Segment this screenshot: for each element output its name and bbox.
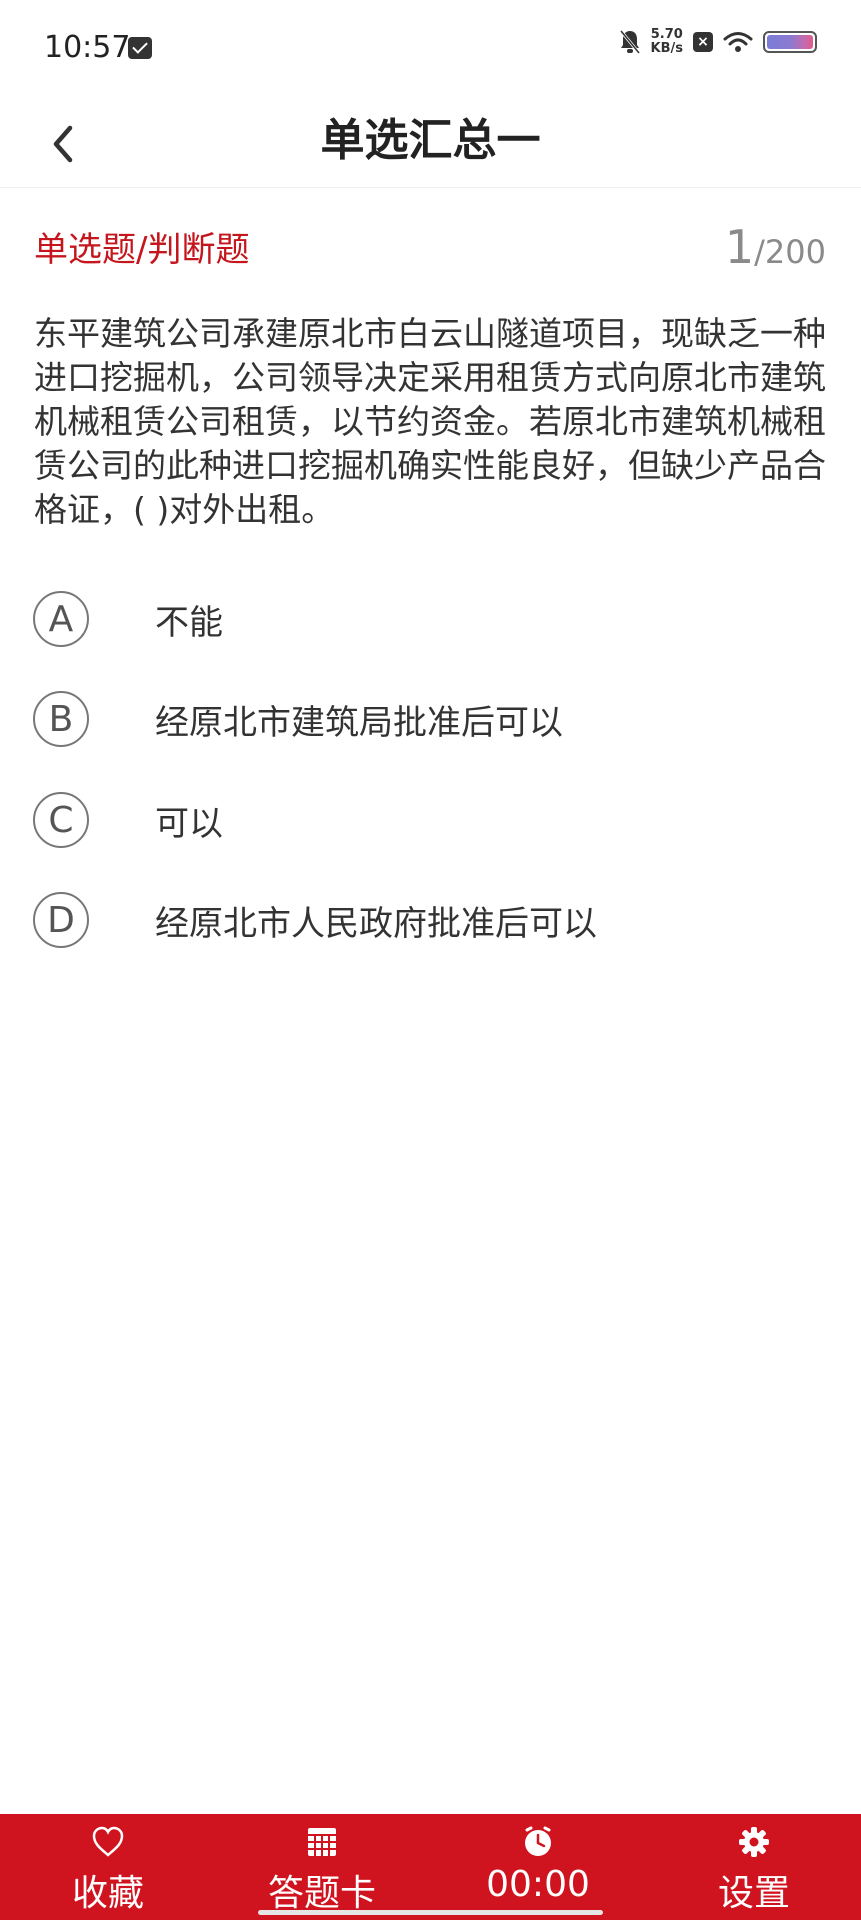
network-speed: 5.70 KB/s: [651, 28, 683, 56]
battery-fill: [767, 35, 813, 49]
settings-label: 设置: [717, 1873, 790, 1914]
option-b-letter: B: [33, 691, 89, 747]
answer-card-label: 答题卡: [267, 1873, 376, 1914]
gear-icon: [737, 1826, 771, 1858]
option-c[interactable]: C 可以: [33, 791, 223, 849]
timer-label: 00:00: [486, 1864, 590, 1905]
screen: 10:57 5.70 KB/s × 单选汇总一 单选题/判断题 1/200 东平…: [0, 0, 861, 1920]
option-c-text: 可以: [155, 803, 223, 844]
question-current: 1: [724, 220, 755, 274]
bell-muted-icon: [619, 29, 641, 55]
status-time: 10:57: [44, 30, 131, 65]
option-c-letter: C: [33, 792, 89, 848]
page-title: 单选汇总一: [320, 115, 541, 166]
favorite-button[interactable]: 收藏: [38, 1814, 178, 1920]
status-bar: 10:57 5.70 KB/s ×: [0, 0, 861, 100]
question-text: 东平建筑公司承建原北市白云山隧道项目，现缺乏一种进口挖掘机，公司领导决定采用租赁…: [34, 314, 826, 529]
favorite-label: 收藏: [71, 1873, 144, 1914]
clock-icon: [521, 1826, 555, 1858]
answer-card-button[interactable]: 答题卡: [252, 1814, 392, 1920]
option-b[interactable]: B 经原北市建筑局批准后可以: [33, 690, 563, 748]
x-icon: ×: [693, 32, 713, 52]
network-speed-value: 5.70: [650, 27, 683, 42]
option-d-text: 经原北市人民政府批准后可以: [155, 903, 597, 944]
bottom-bar: 收藏 答题卡 00:00 设置: [0, 1814, 861, 1920]
option-b-text: 经原北市建筑局批准后可以: [155, 702, 563, 743]
question-counter: 1/200: [725, 220, 826, 274]
home-indicator[interactable]: [258, 1910, 603, 1915]
option-d[interactable]: D 经原北市人民政府批准后可以: [33, 891, 597, 949]
question-total: /200: [754, 233, 826, 271]
option-a[interactable]: A 不能: [33, 590, 223, 648]
option-a-letter: A: [33, 591, 89, 647]
settings-button[interactable]: 设置: [684, 1814, 824, 1920]
notification-icon: [128, 37, 152, 59]
question-type-label: 单选题/判断题: [34, 230, 250, 270]
grid-icon: [305, 1826, 339, 1858]
network-speed-unit: KB/s: [650, 41, 683, 56]
heart-icon: [91, 1826, 125, 1858]
battery-icon: [763, 31, 817, 53]
status-icons: 5.70 KB/s ×: [619, 28, 817, 56]
option-a-text: 不能: [155, 602, 223, 643]
option-d-letter: D: [33, 892, 89, 948]
wifi-icon: [723, 31, 753, 53]
timer-button[interactable]: 00:00: [468, 1814, 608, 1920]
